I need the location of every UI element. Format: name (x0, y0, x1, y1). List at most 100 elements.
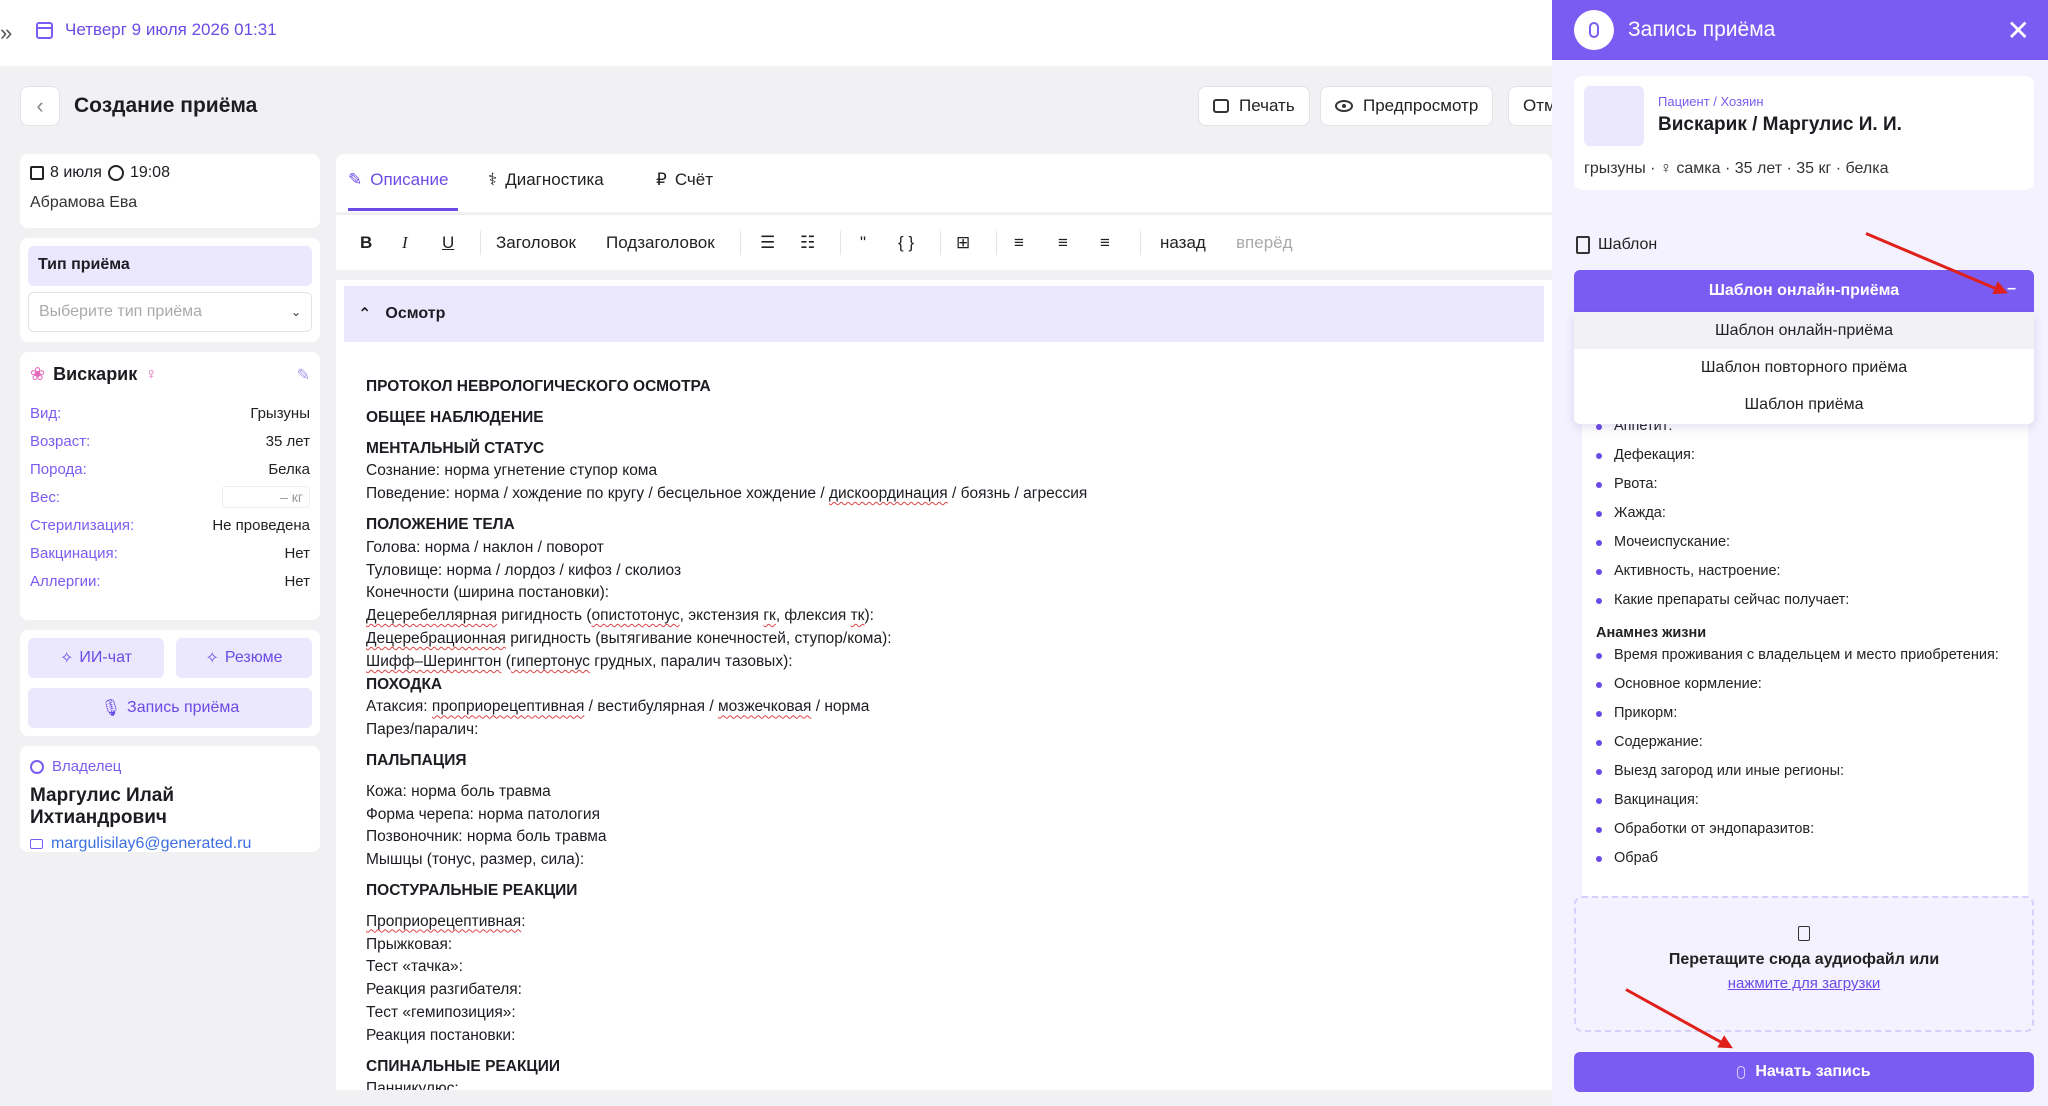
align-left-icon[interactable]: ≡ (1014, 215, 1024, 271)
pet-breed-row: Порода: Белка (30, 455, 310, 483)
doc-line: Тест «тачка»: (366, 958, 463, 976)
doc-heading: ОБЩЕЕ НАБЛЮДЕНИЕ (366, 408, 544, 426)
pet-card: ❀ Вискарик ♀ ✎ Вид: Грызуны Возраст: 35 ле… (20, 352, 320, 620)
section-title: Осмотр (385, 305, 446, 322)
resume-button[interactable]: ✧ Резюме (176, 638, 312, 678)
doc-text: , экстензия (679, 607, 764, 625)
actions-card: ✧ ИИ-чат ✧ Резюме 🎙 Запись приёма (20, 630, 320, 736)
tab-description[interactable]: ✎ Описание (348, 170, 448, 190)
owner-email-link[interactable]: margulisilay6@generated.ru (51, 835, 251, 853)
visit-time: 19:08 (129, 164, 170, 181)
print-button[interactable]: Печать (1198, 86, 1310, 126)
list-item-text: Обраб (1614, 850, 1659, 866)
redo-button[interactable]: вперёд (1236, 215, 1293, 271)
align-center-icon[interactable]: ≡ (1058, 215, 1068, 271)
undo-button[interactable]: назад (1160, 215, 1206, 271)
doc-text: ригидность ( (497, 607, 592, 625)
doc-line: Шифф–Шерингтон (гипертонус грудных, пара… (366, 651, 1522, 674)
ai-chat-button[interactable]: ✧ ИИ-чат (28, 638, 164, 678)
list-item: Основное кормление: (1596, 676, 2014, 693)
expand-sidebar-icon[interactable]: » (0, 20, 12, 46)
doc-text: / вестибулярная / (584, 698, 718, 716)
numbered-list-icon[interactable]: ☷ (800, 215, 815, 271)
tab-diagnostics[interactable]: ⚕ Диагностика (488, 170, 604, 190)
record-visit-label: Запись приёма (127, 699, 240, 716)
bold-button[interactable]: B (360, 215, 372, 271)
list-item: Жажда: (1596, 505, 2014, 522)
panel-title: Запись приёма (1628, 18, 1776, 41)
template-label-text: Шаблон (1598, 236, 1658, 253)
stethoscope-icon: ⚕ (488, 170, 498, 189)
doc-line: Тест «гемипозиция»: (366, 1003, 516, 1021)
back-button[interactable]: ‹ (20, 86, 60, 126)
microphone-icon (1737, 1065, 1746, 1079)
microphone-icon (1574, 10, 1614, 50)
doc-line: Мышцы (тонус, размер, сила): (366, 851, 585, 869)
upload-link[interactable]: нажмите для загрузки (1576, 975, 2032, 992)
visit-type-select[interactable]: Выберите тип приёма ⌄ (28, 292, 312, 332)
list-item: Рвота: (1596, 476, 2014, 493)
weight-input[interactable]: – кг (222, 486, 310, 508)
bullet-list-icon[interactable]: ☰ (760, 215, 775, 271)
quote-icon[interactable]: " (860, 215, 866, 271)
patient-info-text: грызуны · (1584, 160, 1660, 177)
start-recording-button[interactable]: Начать запись (1574, 1052, 2034, 1092)
pet-field-label: Порода: (30, 460, 87, 478)
list-item-text: Мочеиспускание: (1614, 534, 1731, 550)
doc-line: Конечности (ширина постановки): (366, 584, 610, 602)
doc-line: Позвоночник: норма боль травма (366, 828, 607, 846)
underline-button[interactable]: U (442, 215, 454, 271)
audio-dropzone[interactable]: Перетащите сюда аудиофайл или нажмите дл… (1574, 896, 2034, 1032)
toolbar-divider (1140, 231, 1141, 255)
pet-field-label: Стерилизация: (30, 516, 135, 534)
template-option[interactable]: Шаблон приёма (1574, 386, 2034, 423)
sparkle-doc-icon: ✧ (205, 650, 219, 667)
doc-line: Поведение: норма / хождение по кругу / б… (366, 483, 1522, 506)
pet-field-value: Нет (284, 572, 310, 590)
code-icon[interactable]: { } (898, 215, 914, 271)
template-option[interactable]: Шаблон онлайн-приёма (1574, 312, 2034, 349)
doc-misspelled: дискоординация (828, 485, 948, 503)
avatar (1584, 86, 1644, 146)
doc-misspelled: опистотонус (591, 607, 680, 625)
pet-field-label: Вес: (30, 488, 61, 506)
owner-card: Владелец Маргулис Илай Ихтиандрович marg… (20, 746, 320, 852)
section-header[interactable]: ⌃ Осмотр (344, 286, 1544, 342)
table-icon[interactable]: ⊞ (956, 215, 970, 271)
doc-text: / боязнь / агрессия (947, 485, 1088, 503)
pet-field-value: Белка (268, 460, 310, 478)
toolbar-divider (480, 231, 481, 255)
doc-misspelled: Проприорецептивная (366, 912, 522, 930)
recording-panel: Запись приёма ✕ Пациент / Хозяин Вискари… (1552, 0, 2048, 1106)
patient-name: Вискарик / Маргулис И. И. (1658, 114, 1902, 135)
heading-button[interactable]: Заголовок (496, 215, 576, 271)
page-title: Создание приёма (74, 94, 258, 117)
editor-area[interactable]: ⌃ Осмотр ПРОТОКОЛ НЕВРОЛОГИЧЕСКОГО ОСМОТ… (336, 280, 1552, 1090)
list-item-text: Рвота: (1614, 476, 1658, 492)
tab-invoice[interactable]: ₽ Счёт (656, 170, 713, 190)
align-right-icon[interactable]: ≡ (1100, 215, 1110, 271)
subheading-button[interactable]: Подзаголовок (606, 215, 715, 271)
record-visit-button[interactable]: 🎙 Запись приёма (28, 688, 312, 728)
close-icon[interactable]: ✕ (2007, 14, 2030, 47)
pencil-icon[interactable]: ✎ (297, 365, 310, 385)
chevron-left-icon: ‹ (36, 93, 44, 118)
chevron-down-icon: ⌄ (290, 305, 301, 319)
doc-heading: ПОХОДКА (366, 675, 443, 693)
owner-name: Маргулис Илай Ихтиандрович (30, 785, 175, 828)
template-option[interactable]: Шаблон повторного приёма (1574, 349, 2034, 386)
doc-heading: ПОЛОЖЕНИЕ ТЕЛА (366, 515, 515, 533)
doc-text: Атаксия: (366, 698, 432, 716)
doc-line: Проприорецептивная: (366, 911, 1522, 934)
italic-button[interactable]: I (402, 215, 408, 271)
list-item-text: Выезд загород или иные регионы: (1614, 763, 1845, 779)
preview-button[interactable]: Предпросмотр (1320, 86, 1494, 126)
doc-text: грудных, паралич тазовых): (589, 652, 793, 670)
list-item: Мочеиспускание: (1596, 534, 2014, 551)
file-icon (1798, 926, 1810, 941)
doc-misspelled: гк (763, 607, 776, 625)
doc-line: Реакция разгибателя: (366, 981, 522, 999)
document-body[interactable]: ПРОТОКОЛ НЕВРОЛОГИЧЕСКОГО ОСМОТРА ОБЩЕЕ … (336, 342, 1552, 1090)
preview-label: Предпросмотр (1363, 96, 1479, 115)
doc-text: Поведение: норма / хождение по кругу / б… (366, 485, 829, 503)
